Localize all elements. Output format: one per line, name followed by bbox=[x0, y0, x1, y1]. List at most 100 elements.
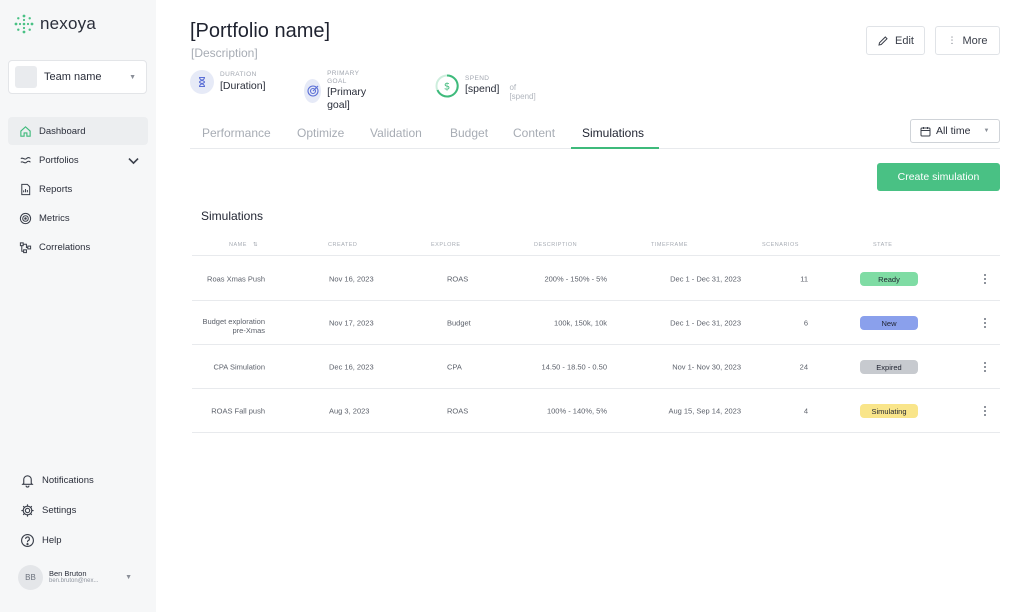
cell-explore: ROAS bbox=[447, 406, 469, 415]
team-avatar bbox=[15, 66, 37, 88]
stat-spend-of: of [spend] bbox=[509, 83, 536, 101]
portfolio-icon bbox=[20, 156, 31, 163]
edit-button[interactable]: Edit bbox=[866, 26, 925, 55]
cell-timeframe: Aug 15, Sep 14, 2023 bbox=[668, 406, 741, 415]
stat-value: [Duration] bbox=[220, 79, 266, 92]
sidebar-item-label: Reports bbox=[39, 183, 73, 195]
cell-explore: ROAS bbox=[447, 274, 469, 283]
svg-text:$: $ bbox=[444, 81, 450, 92]
cell-created: Aug 3, 2023 bbox=[329, 406, 370, 415]
sidebar: nexoya Team name ▼ Dashboard Portfolios … bbox=[0, 0, 156, 612]
column-header-explore: EXPLORE bbox=[431, 242, 461, 248]
sidebar-item-correlations[interactable]: Correlations bbox=[8, 233, 148, 261]
user-menu[interactable]: BB Ben Bruton ben.bruton@nex... ▼ bbox=[18, 565, 142, 590]
tab-performance[interactable]: Performance bbox=[202, 118, 271, 149]
stat-value: [spend] bbox=[465, 83, 500, 95]
table-row[interactable]: Roas Xmas Push Nov 16, 2023 ROAS 200% - … bbox=[192, 257, 1000, 301]
correlations-icon bbox=[19, 241, 32, 253]
caret-down-icon: ▼ bbox=[983, 128, 990, 134]
table-row[interactable]: Budget exploration pre-Xmas Nov 17, 2023… bbox=[192, 301, 1000, 345]
main-nav: Dashboard Portfolios Reports Metrics Cor… bbox=[8, 117, 148, 262]
sidebar-item-reports[interactable]: Reports bbox=[8, 175, 148, 203]
tab-content[interactable]: Content bbox=[513, 118, 555, 149]
cell-created: Dec 16, 2023 bbox=[329, 362, 374, 371]
brand-name: nexoya bbox=[40, 14, 97, 33]
sidebar-item-label: Metrics bbox=[39, 212, 70, 224]
team-selector[interactable]: Team name ▼ bbox=[8, 60, 147, 94]
table-header: NAME ⇅ CREATED EXPLORE DESCRIPTION TIMEF… bbox=[192, 240, 1000, 256]
create-simulation-button[interactable]: Create simulation bbox=[877, 163, 1000, 191]
table-row[interactable]: CPA Simulation Dec 16, 2023 CPA 14.50 - … bbox=[192, 345, 1000, 389]
chevron-down-icon bbox=[128, 157, 139, 164]
tab-optimize[interactable]: Optimize bbox=[297, 118, 344, 149]
pencil-icon bbox=[878, 35, 888, 46]
dollar-icon: $ bbox=[435, 73, 459, 98]
column-header-created: CREATED bbox=[328, 242, 358, 248]
status-badge: Ready bbox=[860, 272, 918, 286]
sidebar-item-label: Portfolios bbox=[39, 154, 79, 166]
sidebar-item-notifications[interactable]: Notifications bbox=[8, 466, 148, 495]
table-row[interactable]: ROAS Fall push Aug 3, 2023 ROAS 100% - 1… bbox=[192, 389, 1000, 433]
more-vertical-icon: ⋮ bbox=[947, 35, 957, 45]
column-header-name[interactable]: NAME ⇅ bbox=[229, 242, 258, 248]
cell-name: CPA Simulation bbox=[213, 362, 265, 371]
tab-simulations[interactable]: Simulations bbox=[571, 118, 659, 149]
row-menu-icon[interactable] bbox=[980, 404, 990, 418]
tab-validation[interactable]: Validation bbox=[370, 118, 422, 149]
tab-bar: Performance Optimize Validation Budget C… bbox=[190, 118, 1000, 149]
column-header-description: DESCRIPTION bbox=[534, 242, 578, 248]
cell-name: Budget exploration pre-Xmas bbox=[202, 317, 265, 335]
avatar: BB bbox=[18, 565, 43, 590]
stat-label: DURATION bbox=[220, 71, 257, 79]
sidebar-item-help[interactable]: Help bbox=[8, 526, 148, 555]
hourglass-icon bbox=[190, 70, 214, 94]
stat-spend: $ SPEND [spend] of [spend] bbox=[435, 70, 536, 101]
row-menu-icon[interactable] bbox=[980, 360, 990, 374]
sidebar-item-metrics[interactable]: Metrics bbox=[8, 204, 148, 232]
status-badge: New bbox=[860, 316, 918, 330]
cell-timeframe: Dec 1 - Dec 31, 2023 bbox=[670, 318, 741, 327]
cell-scenarios: 4 bbox=[803, 406, 808, 415]
home-icon bbox=[20, 125, 31, 137]
sidebar-item-label: Correlations bbox=[39, 241, 91, 253]
sidebar-item-label: Help bbox=[42, 535, 62, 546]
sidebar-item-label: Notifications bbox=[42, 475, 94, 486]
cell-name: Roas Xmas Push bbox=[207, 274, 265, 283]
row-menu-icon[interactable] bbox=[980, 316, 990, 330]
stat-value: [Primary goal] bbox=[327, 86, 367, 112]
page-title: [Portfolio name] bbox=[190, 20, 331, 42]
calendar-icon bbox=[920, 126, 931, 136]
help-icon bbox=[21, 534, 34, 547]
cell-scenarios: 6 bbox=[803, 318, 808, 327]
sidebar-item-portfolios[interactable]: Portfolios bbox=[8, 146, 148, 174]
sidebar-item-label: Settings bbox=[42, 505, 77, 516]
row-menu-icon[interactable] bbox=[980, 272, 990, 286]
cell-scenarios: 24 bbox=[799, 362, 808, 371]
cell-created: Nov 16, 2023 bbox=[329, 274, 374, 283]
edit-button-label: Edit bbox=[895, 34, 914, 47]
column-header-state: STATE bbox=[873, 242, 893, 248]
metrics-icon bbox=[19, 212, 32, 224]
target-icon bbox=[304, 79, 322, 104]
section-title: Simulations bbox=[201, 209, 264, 223]
cell-description: 100% - 140%, 5% bbox=[546, 406, 607, 415]
bottom-nav: Notifications Settings Help bbox=[8, 466, 148, 556]
stat-label: SPEND bbox=[465, 74, 490, 82]
sidebar-item-dashboard[interactable]: Dashboard bbox=[8, 117, 148, 145]
gear-icon bbox=[21, 504, 34, 517]
time-range-label: All time bbox=[936, 125, 971, 137]
cell-name: ROAS Fall push bbox=[211, 406, 265, 415]
tab-budget[interactable]: Budget bbox=[450, 118, 488, 149]
cell-timeframe: Dec 1 - Dec 31, 2023 bbox=[670, 274, 741, 283]
logo[interactable]: nexoya bbox=[14, 14, 96, 34]
cell-name-line2: pre-Xmas bbox=[232, 325, 265, 335]
stat-label: PRIMARY GOAL bbox=[327, 70, 360, 86]
team-name: Team name bbox=[44, 71, 102, 83]
sidebar-item-settings[interactable]: Settings bbox=[8, 496, 148, 525]
nexoya-logo-icon bbox=[14, 14, 34, 34]
user-info: Ben Bruton ben.bruton@nex... bbox=[49, 569, 125, 585]
time-range-select[interactable]: All time ▼ bbox=[910, 119, 1000, 143]
more-button[interactable]: ⋮ More bbox=[935, 26, 1000, 55]
cell-created: Nov 17, 2023 bbox=[329, 318, 374, 327]
column-header-timeframe: TIMEFRAME bbox=[651, 242, 688, 248]
